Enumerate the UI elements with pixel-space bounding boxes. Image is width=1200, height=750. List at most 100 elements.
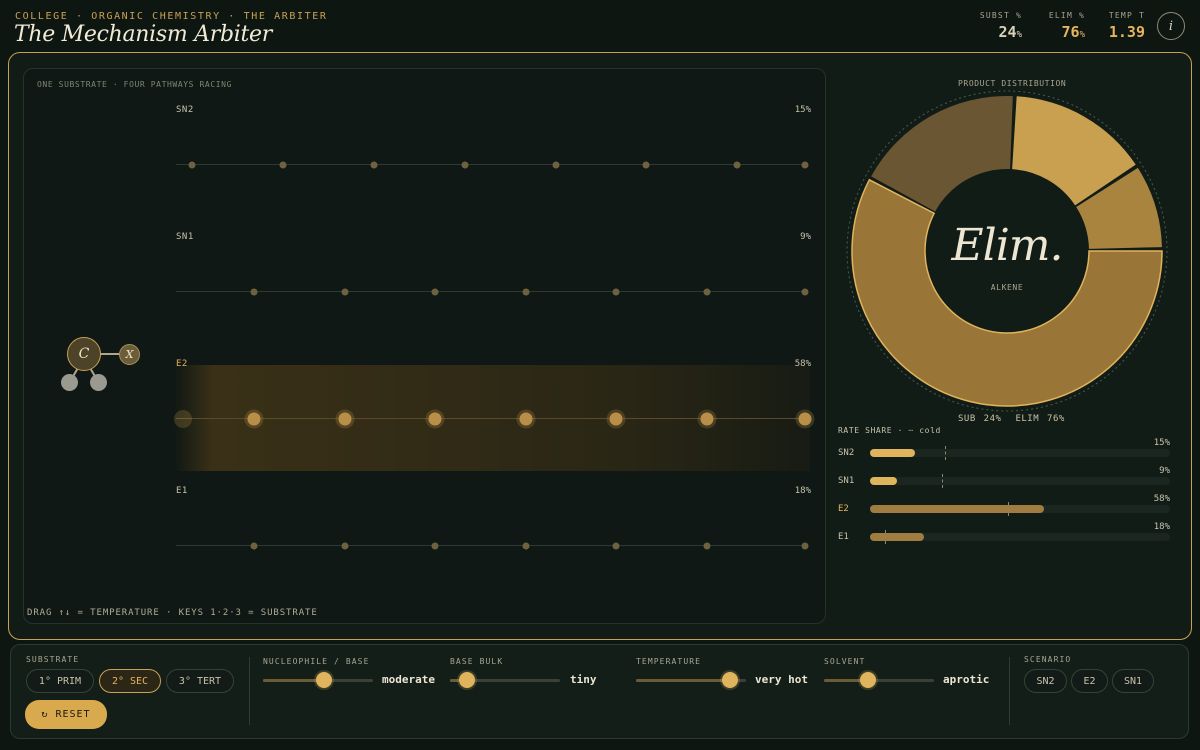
particle-dot <box>703 542 711 549</box>
particle-dot <box>341 542 349 549</box>
nucleophile-slider[interactable] <box>263 672 373 688</box>
info-icon: i <box>1168 18 1174 34</box>
nucleophile-label: NUCLEOPHILE / BASE <box>263 657 370 666</box>
divider <box>1009 657 1010 725</box>
solvent-label: SOLVENT <box>824 657 866 666</box>
info-button[interactable]: i <box>1157 12 1185 40</box>
rate-percent: 15% <box>1153 438 1170 448</box>
summary-elim: ELIM 76% <box>1015 414 1065 424</box>
particle-dot <box>798 412 812 425</box>
particle-dot <box>250 288 258 295</box>
particle-dot <box>188 161 196 168</box>
donut-center-label: Elim. <box>951 220 1064 271</box>
particle-dot <box>341 288 349 295</box>
lane-label: E2 <box>176 359 188 369</box>
substrate-primary-button[interactable]: 1° PRIM <box>26 669 94 693</box>
donut-center-sub: ALKENE <box>990 283 1024 292</box>
stat-value: 76 <box>1061 23 1080 41</box>
particle-dot <box>700 412 714 425</box>
particle-dot <box>279 161 287 168</box>
summary-sub: SUB 24% <box>958 414 1002 424</box>
slider-thumb[interactable] <box>860 672 876 688</box>
solvent-value: aprotic <box>943 673 990 686</box>
cold-marker <box>885 530 886 544</box>
donut-center: Elim. ALKENE <box>846 220 1168 292</box>
particle-dot <box>522 288 530 295</box>
page-title: The Mechanism Arbiter <box>14 22 272 47</box>
eyebrow: COLLEGE · ORGANIC CHEMISTRY · THE ARBITE… <box>15 11 328 22</box>
scenario-e2-button[interactable]: E2 <box>1071 669 1108 693</box>
particle-dot <box>703 288 711 295</box>
particle-dot <box>428 412 442 425</box>
lane-percent: 9% <box>800 232 811 242</box>
reset-button[interactable]: ↻ RESET <box>25 700 107 729</box>
temperature-label: TEMPERATURE <box>636 657 702 666</box>
lane-track <box>176 291 808 292</box>
cold-marker <box>945 446 946 460</box>
scenario-sn1-button[interactable]: SN1 <box>1112 669 1154 693</box>
particle-dot <box>801 161 809 168</box>
rate-bar-fill <box>870 449 915 457</box>
lane-percent: 15% <box>794 105 811 115</box>
particle-dot <box>522 542 530 549</box>
nucleophile-value: moderate <box>382 673 435 686</box>
stat-value: 24 <box>998 23 1017 41</box>
lane-percent: 18% <box>794 486 811 496</box>
rate-percent: 58% <box>1153 494 1170 504</box>
rate-bar-track <box>870 446 1170 460</box>
rate-share-title: RATE SHARE · ┄ cold <box>838 426 941 435</box>
rate-bar-track <box>870 474 1170 488</box>
stat-label: ELIM % <box>1048 11 1085 20</box>
rate-label: SN2 <box>838 448 855 458</box>
cold-marker <box>942 474 943 488</box>
temperature-value: very hot <box>755 673 808 686</box>
rate-label: E1 <box>838 532 849 542</box>
race-panel[interactable]: ONE SUBSTRATE · FOUR PATHWAYS RACING DRA… <box>23 68 826 624</box>
divider <box>249 657 250 725</box>
stat-label: TEMP T <box>1108 11 1145 20</box>
lane-label: SN2 <box>176 105 194 115</box>
stat-label: SUBST % <box>979 11 1022 20</box>
hydrogen-atom <box>90 374 107 391</box>
substrate-secondary-button[interactable]: 2° SEC <box>99 669 161 693</box>
particle-dot <box>461 161 469 168</box>
rate-bar-fill <box>870 477 897 485</box>
lane-percent: 58% <box>794 359 811 369</box>
rate-bar-track <box>870 502 1170 516</box>
substrate-tertiary-button[interactable]: 3° TERT <box>166 669 234 693</box>
scenario-sn2-button[interactable]: SN2 <box>1024 669 1067 693</box>
lane-label: E1 <box>176 486 188 496</box>
distribution-caption: PRODUCT DISTRIBUTION <box>958 79 1067 88</box>
rate-label: E2 <box>838 504 849 514</box>
particle-dot <box>431 288 439 295</box>
particle-dot <box>247 412 261 425</box>
particle-dot <box>612 542 620 549</box>
particle-dot <box>642 161 650 168</box>
particle-dot <box>338 412 352 425</box>
scenario-label: SCENARIO <box>1024 655 1072 664</box>
rate-percent: 9% <box>1159 466 1170 476</box>
stat-value: 1.39 <box>1108 23 1145 41</box>
rate-bar-fill <box>870 533 924 541</box>
rate-bar-track <box>870 530 1170 544</box>
stat-elim: ELIM % 76% <box>1030 11 1085 41</box>
solvent-slider[interactable] <box>824 672 934 688</box>
particle-dot <box>733 161 741 168</box>
race-hint: DRAG ↑↓ = TEMPERATURE · KEYS 1·2·3 = SUB… <box>27 608 318 618</box>
leaving-group-atom: X <box>119 344 140 365</box>
slider-thumb[interactable] <box>458 672 475 688</box>
bulk-slider[interactable] <box>450 672 560 688</box>
temperature-slider[interactable] <box>636 672 746 688</box>
particle-dot <box>174 409 192 428</box>
slider-thumb[interactable] <box>315 672 332 688</box>
header: COLLEGE · ORGANIC CHEMISTRY · THE ARBITE… <box>0 0 1200 52</box>
cold-marker <box>1008 502 1009 516</box>
rate-bar-fill <box>870 505 1044 513</box>
stat-temp: TEMP T 1.39 <box>1097 11 1145 41</box>
particle-dot <box>370 161 378 168</box>
lane-track <box>176 164 808 165</box>
distribution-summary: SUB 24% ELIM 76% <box>958 414 1079 424</box>
carbon-atom: C <box>67 337 101 371</box>
slider-thumb[interactable] <box>721 672 738 688</box>
substrate-label: SUBSTRATE <box>26 655 80 664</box>
